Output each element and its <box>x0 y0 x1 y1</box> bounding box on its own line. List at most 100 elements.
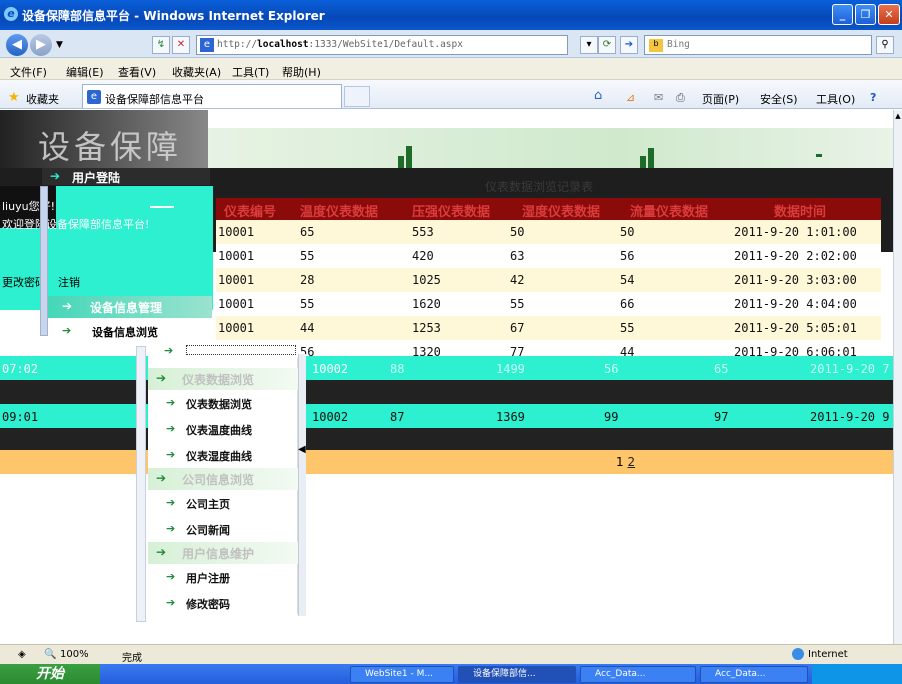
table-cell: 50 <box>620 225 635 239</box>
tab-current[interactable]: e 设备保障部信息平台 <box>82 84 342 108</box>
banner-bar <box>640 156 646 168</box>
task-button[interactable]: Acc_Data... <box>580 666 696 683</box>
left-menu-item[interactable]: ➔ 公司主页 <box>148 490 298 516</box>
home-icon[interactable]: ⌂ <box>594 88 602 103</box>
login-header-label: 用户登陆 <box>72 171 121 185</box>
close-button[interactable]: ✕ <box>878 4 900 25</box>
task-button[interactable]: Acc_Data... <box>700 666 808 683</box>
table-cell: 50 <box>510 225 525 239</box>
scroll-up-icon[interactable]: ▲ <box>894 112 902 122</box>
menu-edit[interactable]: 编辑(E) <box>66 64 104 80</box>
ghost-cell: 87 <box>390 410 405 424</box>
left-menu-section[interactable]: ➔ 仪表数据浏览 <box>148 368 298 390</box>
col-header-temperature: 温度仪表数据 <box>300 205 379 220</box>
feeds-icon[interactable]: ⊿ <box>626 91 635 104</box>
new-tab-button[interactable] <box>344 86 370 107</box>
menu-help[interactable]: 帮助(H) <box>282 64 321 80</box>
table-cell: 2011-9-20 5:05:01 <box>734 321 857 335</box>
pager-row <box>0 450 893 474</box>
url-dropdown-icon[interactable]: ▾ <box>580 36 598 54</box>
section-equipment-management[interactable]: ➔ 设备信息管理 <box>40 296 212 318</box>
table-cell: 65 <box>300 225 315 239</box>
left-menu-item[interactable]: ➔ 仪表湿度曲线 <box>148 442 298 468</box>
table-cell: 55 <box>620 321 635 335</box>
minimize-button[interactable]: _ <box>832 4 853 25</box>
ghost-cell: 56 <box>604 362 619 376</box>
search-input[interactable]: b Bing <box>644 35 872 55</box>
system-tray <box>812 664 902 684</box>
left-menu-item[interactable]: ➔ 修改密码 <box>148 590 298 616</box>
ghost-cell: 1499 <box>496 362 525 376</box>
forward-button[interactable]: ▶ <box>30 34 52 56</box>
page-menu[interactable]: 页面(P) <box>702 91 739 107</box>
banner-bar <box>648 148 654 168</box>
left-menu-scrollbar[interactable] <box>136 346 146 622</box>
safety-menu[interactable]: 安全(S) <box>760 91 798 107</box>
left-menu-section[interactable]: ➔ 公司信息浏览 <box>148 468 298 490</box>
stop-button[interactable]: ✕ <box>172 36 190 54</box>
status-text: 完成 <box>122 653 142 664</box>
pager: 1 2 <box>616 455 635 469</box>
arrow-icon: ➔ <box>164 344 174 357</box>
pager-link[interactable]: 2 <box>627 455 635 469</box>
history-dropdown-icon[interactable]: ▼ <box>56 40 63 50</box>
menu-favorites[interactable]: 收藏夹(A) <box>172 64 221 80</box>
zoom-level[interactable]: 100% <box>60 649 89 660</box>
bing-icon: b <box>649 39 663 52</box>
help-icon[interactable]: ? <box>870 91 876 104</box>
arrow-icon: ➔ <box>62 324 72 337</box>
left-menu-item[interactable]: ➔ 用户注册 <box>148 564 298 590</box>
menu-tools[interactable]: 工具(T) <box>232 64 269 80</box>
arrow-icon: ➔ <box>50 169 61 183</box>
go-button[interactable]: ➔ <box>620 36 638 54</box>
arrow-icon: ➔ <box>156 471 167 485</box>
search-icon[interactable]: ⚲ <box>876 36 894 54</box>
print-icon[interactable]: ⎙ <box>676 91 685 105</box>
arrow-icon: ➔ <box>166 596 176 609</box>
maximize-button[interactable]: ❐ <box>855 4 876 25</box>
left-menu-item[interactable]: ➔ 仪表数据浏览 <box>148 390 298 416</box>
arrow-icon: ➔ <box>156 545 167 559</box>
col-header-meter-id: 仪表编号 <box>224 205 277 220</box>
login-panel-scrollbar[interactable] <box>40 186 48 336</box>
banner-bar <box>398 156 404 168</box>
table-cell: 10001 <box>218 225 255 239</box>
ghost-cell: 2011-9-20 9 <box>810 410 890 424</box>
table-cell: 2011-9-20 2:02:00 <box>734 249 857 263</box>
table-cell: 420 <box>412 249 434 263</box>
ghost-cell: 2011-9-20 7 <box>810 362 890 376</box>
zoom-icon[interactable]: 🔍 <box>44 649 56 660</box>
left-menu-section[interactable]: ➔ 用户信息维护 <box>148 542 298 564</box>
left-menu-inner-scrollbar[interactable] <box>298 354 306 616</box>
table-cell: 54 <box>620 273 635 287</box>
ghost-cell: 10002 <box>312 362 349 376</box>
task-button[interactable]: 设备保障部信... <box>458 666 576 683</box>
menu-view[interactable]: 查看(V) <box>118 64 156 80</box>
left-menu-item[interactable]: ➔ 公司新闻 <box>148 516 298 542</box>
compat-view-button[interactable]: ↯ <box>152 36 170 54</box>
logout-link[interactable]: 注销 <box>58 274 80 290</box>
table-cell: 1253 <box>412 321 441 335</box>
menu-file[interactable]: 文件(F) <box>10 64 47 80</box>
col-header-pressure: 压强仪表数据 <box>412 205 491 220</box>
ghost-cell: 10002 <box>312 410 349 424</box>
left-menu-item[interactable]: ➔ 仪表温度曲线 <box>148 416 298 442</box>
left-menu-section-title: 用户信息维护 <box>182 547 255 561</box>
menu-item-equipment-browse[interactable]: ➔ 设备信息浏览 <box>40 318 212 344</box>
ie-logo-icon: e <box>4 7 18 21</box>
url-bar[interactable]: e http://localhost:1333/WebSite1/Default… <box>196 35 568 55</box>
start-button[interactable]: 开始 <box>0 664 100 684</box>
page-scrollbar[interactable]: ▲ <box>893 110 902 644</box>
focus-outline <box>186 345 296 355</box>
back-button[interactable]: ◀ <box>6 34 28 56</box>
collapse-arrow-icon[interactable]: ◀ <box>298 444 306 455</box>
menu-item-placeholder[interactable]: ➔ <box>148 342 298 358</box>
arrow-icon: ➔ <box>156 371 167 385</box>
table-cell: 28 <box>300 273 315 287</box>
refresh-button[interactable]: ⟳ <box>598 36 616 54</box>
title-bar: e 设备保障部信息平台 - Windows Internet Explorer … <box>0 0 902 30</box>
favorites-label[interactable]: 收藏夹 <box>26 91 59 107</box>
task-button[interactable]: WebSite1 - M... <box>350 666 454 683</box>
mail-icon[interactable]: ✉ <box>654 91 663 104</box>
tools-menu[interactable]: 工具(O) <box>816 91 855 107</box>
